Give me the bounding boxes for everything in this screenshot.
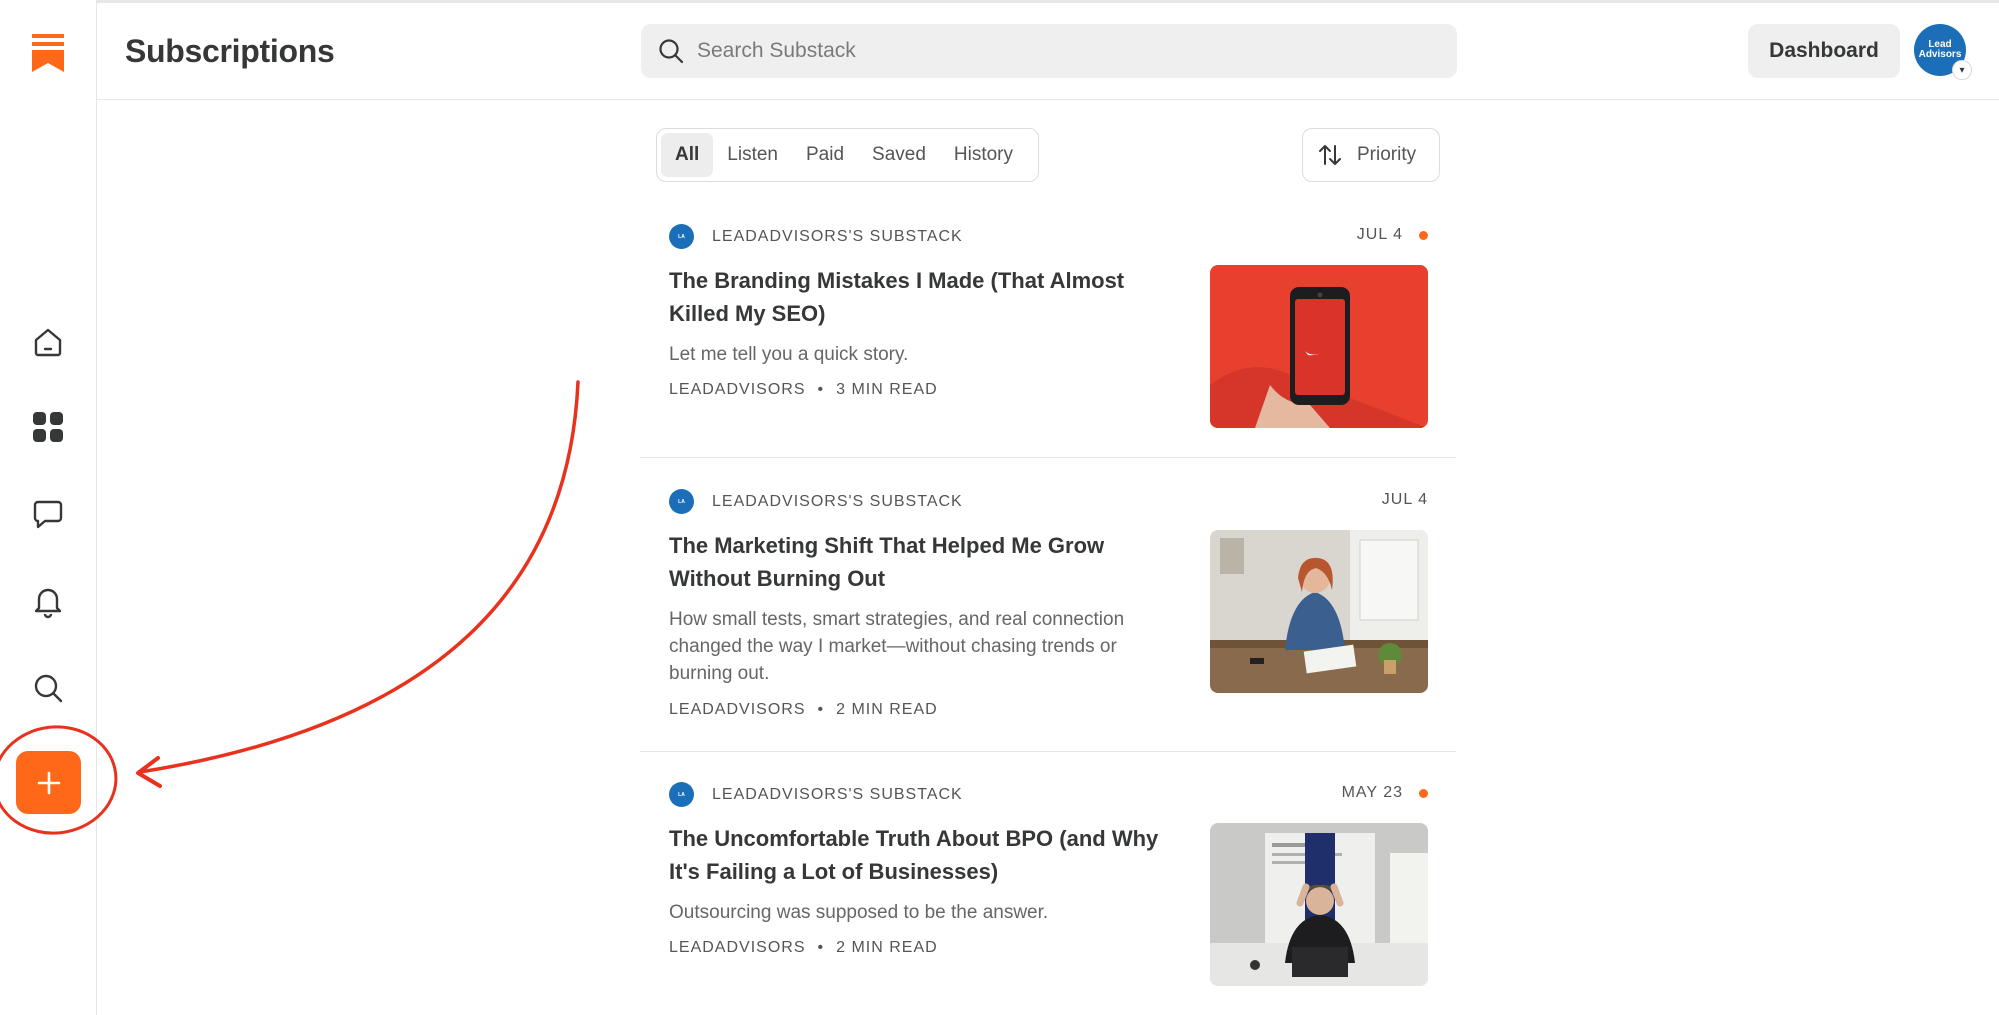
post-meta: LEADADVISORS • 2 MIN READ	[669, 939, 938, 957]
tab-listen[interactable]: Listen	[713, 133, 792, 177]
left-sidebar	[0, 0, 97, 1015]
post-author: LEADADVISORS	[669, 939, 806, 956]
sort-priority-button[interactable]: Priority	[1302, 128, 1440, 182]
unread-dot-icon	[1419, 788, 1428, 798]
unread-dot-icon	[1419, 230, 1428, 240]
post-title[interactable]: The Branding Mistakes I Made (That Almos…	[669, 264, 1174, 330]
post-divider	[640, 457, 1456, 458]
publication-logo: LA	[669, 489, 694, 514]
post-subtitle: How small tests, smart strategies, and r…	[669, 609, 1125, 684]
sidebar-item-home[interactable]	[24, 318, 72, 366]
page-title: Subscriptions	[125, 33, 335, 69]
post-subtitle: Outsourcing was supposed to be the answe…	[669, 902, 1049, 923]
post-author: LEADADVISORS	[669, 381, 806, 398]
post-date-text: JUL 4	[1381, 491, 1428, 508]
post-date: MAY 23	[1342, 784, 1428, 802]
home-icon	[34, 328, 62, 357]
tab-paid[interactable]: Paid	[792, 133, 858, 177]
post-thumbnail[interactable]	[1210, 265, 1428, 428]
sidebar-item-activity[interactable]	[24, 577, 72, 625]
annotation-arrow-line	[138, 380, 580, 774]
sidebar-item-apps[interactable]	[24, 403, 72, 451]
post-read-time: 3 MIN READ	[836, 381, 938, 398]
phone-in-hand-image	[1210, 265, 1428, 428]
grid-icon	[33, 412, 63, 442]
publication-row[interactable]: LA LEADADVISORS'S SUBSTACK	[669, 224, 963, 249]
publication-row[interactable]: LA LEADADVISORS'S SUBSTACK	[669, 782, 963, 807]
woman-at-desk-image	[1210, 530, 1428, 693]
publication-name: LEADADVISORS'S SUBSTACK	[712, 785, 963, 803]
post-read-time: 2 MIN READ	[836, 939, 938, 956]
post-card[interactable]: LA LEADADVISORS'S SUBSTACK MAY 23 The Un…	[640, 782, 1456, 992]
sidebar-item-chat[interactable]	[24, 490, 72, 538]
top-header: Subscriptions Dashboard Lead Advisors ▾	[97, 3, 1999, 100]
sort-label: Priority	[1357, 144, 1417, 165]
publication-name: LEADADVISORS'S SUBSTACK	[712, 227, 963, 245]
substack-logo[interactable]	[32, 34, 64, 72]
tab-history[interactable]: History	[940, 133, 1027, 177]
search-icon	[34, 674, 63, 703]
meta-separator: •	[817, 381, 825, 398]
tab-saved[interactable]: Saved	[858, 133, 940, 177]
search-icon	[659, 39, 684, 64]
bell-icon	[34, 588, 62, 619]
post-date-text: MAY 23	[1341, 784, 1403, 801]
post-thumbnail[interactable]	[1210, 530, 1428, 693]
post-date-text: JUL 4	[1356, 226, 1403, 243]
search-bar[interactable]	[641, 24, 1457, 78]
sort-arrows-icon	[1319, 145, 1341, 165]
post-meta: LEADADVISORS • 2 MIN READ	[669, 701, 938, 719]
post-subtitle: Let me tell you a quick story.	[669, 344, 909, 365]
annotation-arrowhead	[136, 756, 162, 788]
stressed-man-image	[1210, 823, 1428, 986]
post-author: LEADADVISORS	[669, 701, 806, 718]
post-card[interactable]: LA LEADADVISORS'S SUBSTACK JUL 4 The Bra…	[640, 224, 1456, 428]
publication-logo: LA	[669, 782, 694, 807]
post-divider	[640, 751, 1456, 752]
publication-logo: LA	[669, 224, 694, 249]
chat-bubble-icon	[33, 500, 63, 529]
post-thumbnail[interactable]	[1210, 823, 1428, 986]
post-date: JUL 4	[1357, 226, 1428, 244]
tab-all[interactable]: All	[661, 133, 714, 177]
post-meta: LEADADVISORS • 3 MIN READ	[669, 381, 938, 399]
sidebar-item-search[interactable]	[24, 664, 72, 712]
post-title[interactable]: The Uncomfortable Truth About BPO (and W…	[669, 822, 1174, 888]
publication-name: LEADADVISORS'S SUBSTACK	[712, 492, 963, 510]
post-card[interactable]: LA LEADADVISORS'S SUBSTACK JUL 4 The Mar…	[640, 489, 1456, 719]
filter-tabs: All Listen Paid Saved History	[656, 128, 1039, 182]
meta-separator: •	[817, 701, 825, 718]
dashboard-button[interactable]: Dashboard	[1748, 24, 1900, 78]
chevron-down-icon: ▾	[1952, 60, 1972, 80]
substack-logo-icon	[32, 34, 64, 72]
meta-separator: •	[817, 939, 825, 956]
post-read-time: 2 MIN READ	[836, 701, 938, 718]
search-input[interactable]	[697, 39, 1417, 63]
post-title[interactable]: The Marketing Shift That Helped Me Grow …	[669, 529, 1174, 595]
account-menu[interactable]: Lead Advisors ▾	[1914, 24, 1972, 82]
post-date: JUL 4	[1382, 491, 1428, 509]
plus-icon	[37, 771, 60, 794]
create-post-button[interactable]	[16, 751, 81, 814]
publication-row[interactable]: LA LEADADVISORS'S SUBSTACK	[669, 489, 963, 514]
